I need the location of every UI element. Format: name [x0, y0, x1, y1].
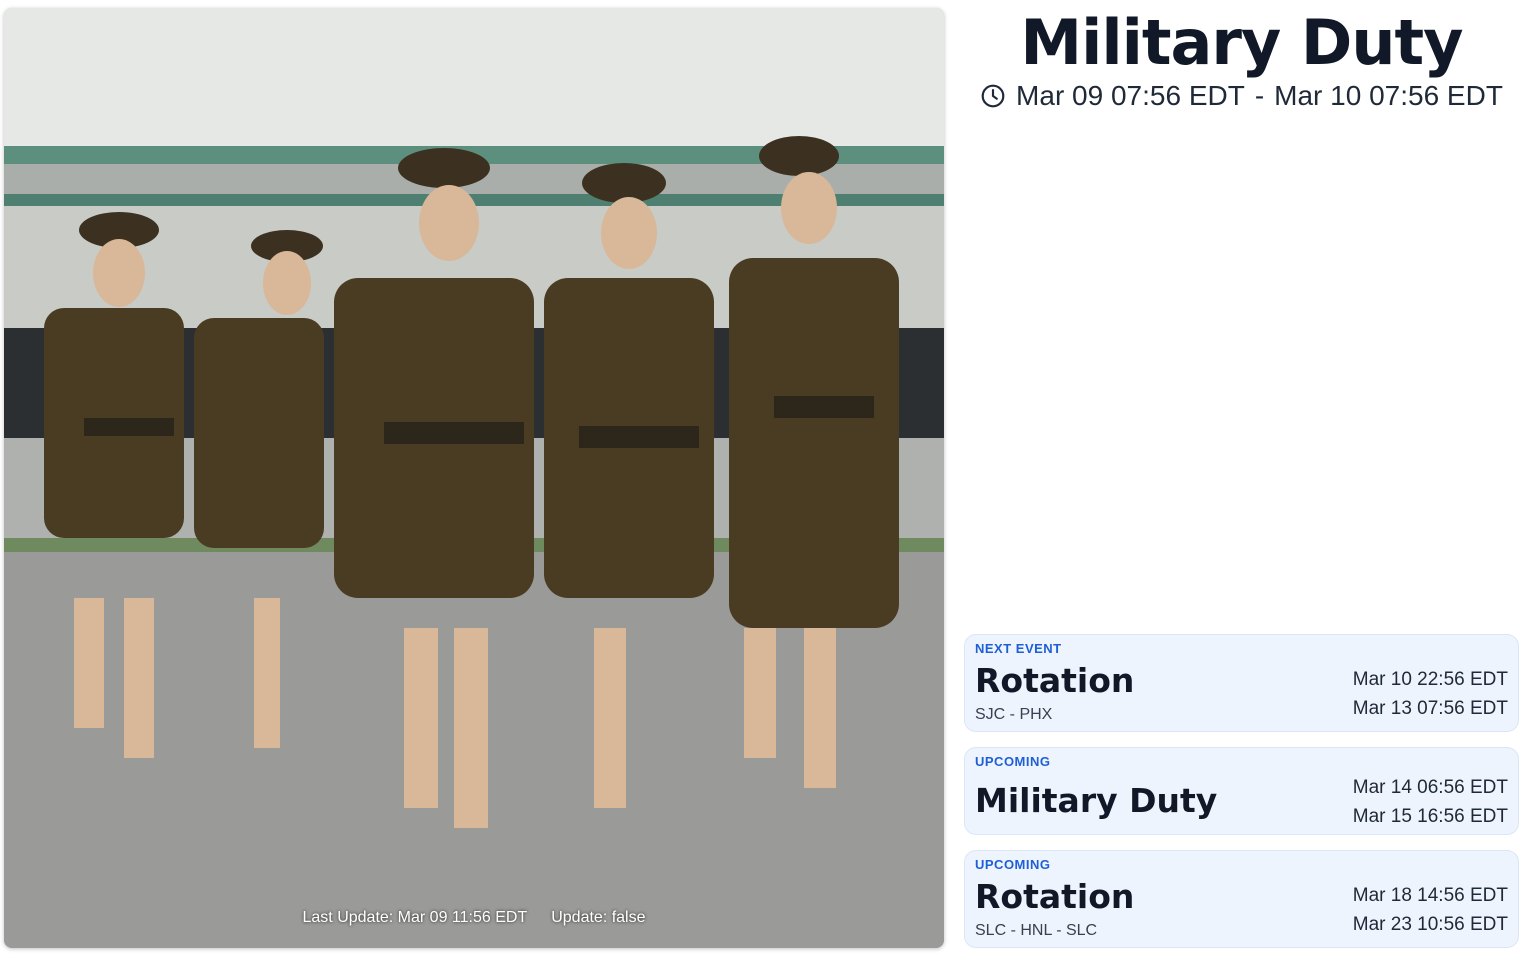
event-card-route: SLC - HNL - SLC	[975, 922, 1098, 939]
event-card-end: Mar 15 16:56 EDT	[1352, 806, 1508, 827]
event-card-title: Rotation	[975, 661, 1135, 700]
event-card-upcoming-2[interactable]: UPCOMING Rotation SLC - HNL - SLC Mar 18…	[964, 850, 1519, 948]
event-card-start: Mar 10 22:56 EDT	[1352, 669, 1508, 690]
range-end: Mar 10 07:56 EDT	[1274, 80, 1503, 111]
event-card-start: Mar 18 14:56 EDT	[1352, 885, 1508, 906]
event-card-title: Rotation	[975, 877, 1135, 916]
event-card-end: Mar 23 10:56 EDT	[1352, 914, 1508, 935]
event-info-panel: Military Duty Mar 09 07:56 EDT - Mar 10 …	[963, 0, 1520, 956]
update-flag-label: Update: false	[551, 909, 646, 926]
clock-icon	[981, 84, 1005, 108]
last-update-label: Last Update: Mar 09 11:56 EDT	[302, 909, 528, 926]
event-card-tag: NEXT EVENT	[975, 641, 1062, 656]
photo-status-bar: Last Update: Mar 09 11:56 EDT Update: fa…	[4, 909, 944, 927]
photo-illustration	[4, 8, 944, 948]
event-card-end: Mar 13 07:56 EDT	[1352, 698, 1508, 719]
range-start: Mar 09 07:56 EDT	[1016, 80, 1245, 111]
event-card-tag: UPCOMING	[975, 754, 1051, 769]
event-photo: Last Update: Mar 09 11:56 EDT Update: fa…	[4, 8, 944, 948]
event-card-tag: UPCOMING	[975, 857, 1051, 872]
event-card-title: Military Duty	[975, 781, 1218, 820]
event-card-route: SJC - PHX	[975, 706, 1053, 723]
event-card-upcoming-1[interactable]: UPCOMING Military Duty Mar 14 06:56 EDT …	[964, 747, 1519, 835]
current-event-title: Military Duty	[1020, 6, 1463, 79]
event-card-start: Mar 14 06:56 EDT	[1352, 777, 1508, 798]
event-card-next[interactable]: NEXT EVENT Rotation SJC - PHX Mar 10 22:…	[964, 634, 1519, 732]
range-separator: -	[1254, 80, 1265, 111]
current-event-time-range: Mar 09 07:56 EDT - Mar 10 07:56 EDT	[963, 80, 1520, 112]
